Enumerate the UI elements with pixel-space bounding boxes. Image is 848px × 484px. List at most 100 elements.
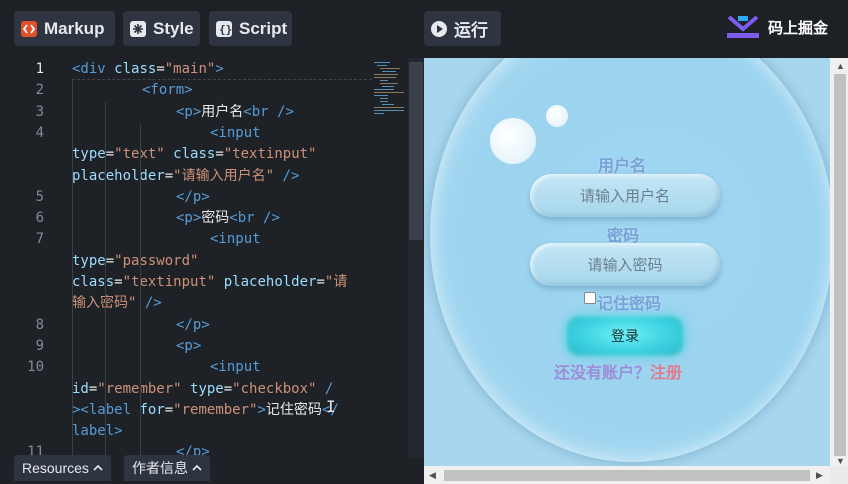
code-icon: [20, 20, 38, 38]
code-token: class: [72, 274, 115, 290]
code-token: "remember": [173, 401, 258, 418]
line-number: 9: [35, 337, 44, 354]
code-line[interactable]: <form>: [142, 80, 193, 101]
code-token: "textinput": [122, 274, 224, 290]
script-icon: {}: [215, 20, 233, 38]
preview-horizontal-scrollbar-thumb[interactable]: [444, 470, 810, 481]
code-line[interactable]: ><label for="remember">记住密码</: [72, 400, 339, 421]
code-line[interactable]: id="remember" type="checkbox" /: [72, 379, 333, 400]
indent-guide: [105, 102, 106, 472]
code-line[interactable]: <input: [210, 123, 261, 144]
code-line[interactable]: type="text" class="textinput": [72, 144, 316, 165]
scroll-right-arrow-icon[interactable]: ▶: [816, 470, 823, 481]
register-link[interactable]: 注册: [650, 365, 682, 382]
code-token: =: [105, 146, 115, 163]
login-button[interactable]: 登录: [565, 315, 685, 357]
text-cursor-icon: I: [326, 397, 336, 416]
code-token: <br />: [229, 210, 280, 227]
code-token: class: [173, 146, 216, 163]
script-tab-label: Script: [239, 18, 288, 38]
scroll-left-arrow-icon[interactable]: ◀: [429, 470, 436, 481]
code-token: type: [72, 252, 106, 269]
code-token: =: [215, 146, 224, 163]
code-line[interactable]: </p>: [176, 187, 210, 208]
line-number: 3: [35, 103, 44, 120]
code-line[interactable]: placeholder="请输入用户名" />: [72, 166, 299, 187]
code-line[interactable]: 输入密码" />: [72, 293, 162, 314]
username-label: 用户名: [598, 158, 647, 175]
preview-stage: 用户名 请输入用户名 密码 请输入密码 记住密码 登录 还没有账户？注册: [424, 58, 830, 466]
resources-button[interactable]: Resources: [14, 455, 111, 481]
indent-guide: [72, 80, 73, 480]
scroll-down-arrow-icon[interactable]: ▼: [836, 456, 845, 466]
code-token: />: [144, 295, 162, 312]
code-token: <p>: [176, 337, 202, 354]
indent-guide: [140, 124, 141, 464]
preview-vertical-scrollbar[interactable]: ▲ ▼: [830, 58, 848, 466]
password-input[interactable]: 请输入密码: [530, 243, 720, 286]
preview-vertical-scrollbar-thumb[interactable]: [834, 74, 846, 456]
code-editor[interactable]: 1 2 3 4 5 6 7 8 9 10 11 <div class="main"> <form> <p…: [0, 58, 424, 484]
code-line[interactable]: <p>密码<br />: [176, 208, 280, 229]
code-line[interactable]: <input: [210, 357, 261, 378]
code-line[interactable]: type="password": [72, 251, 198, 272]
bottom-bar: Resources 作者信息: [0, 455, 424, 484]
code-token: for: [139, 401, 165, 418]
markup-tab-label: Markup: [44, 18, 105, 38]
code-token: =: [105, 252, 115, 269]
code-token: <input: [210, 231, 261, 248]
code-line[interactable]: class="textinput" placeholder="请: [72, 272, 347, 293]
editor-scrollbar-thumb[interactable]: [409, 62, 423, 240]
code-line[interactable]: <p>: [176, 336, 201, 357]
author-info-button[interactable]: 作者信息: [124, 455, 210, 481]
scroll-up-arrow-icon[interactable]: ▲: [836, 61, 845, 71]
code-token: "password": [114, 252, 199, 269]
code-line[interactable]: <div class="main">: [72, 59, 224, 80]
code-token: >: [215, 61, 224, 77]
run-button[interactable]: 运行: [424, 11, 501, 46]
author-info-label: 作者信息: [132, 460, 188, 476]
line-number: 5: [35, 188, 44, 205]
style-tab[interactable]: Style: [123, 11, 200, 46]
editor-scrollbar[interactable]: [408, 58, 424, 458]
code-line[interactable]: <input: [210, 229, 261, 250]
username-input[interactable]: 请输入用户名: [530, 174, 720, 217]
code-token: <input: [210, 359, 261, 376]
code-token: </p>: [176, 316, 210, 333]
code-token: <input: [210, 124, 261, 141]
remember-checkbox[interactable]: [584, 292, 596, 304]
register-prompt: 还没有账户？注册: [554, 359, 682, 383]
code-token: 密码: [201, 210, 230, 227]
code-minimap[interactable]: [372, 58, 408, 128]
chevron-up-icon: [192, 464, 202, 471]
script-tab[interactable]: {} Script: [209, 11, 292, 46]
brand-logo[interactable]: 码上掘金: [726, 14, 828, 40]
code-token: <p>: [176, 103, 202, 120]
code-line[interactable]: label>: [72, 421, 123, 442]
svg-text:{}: {}: [219, 23, 232, 36]
code-token: "text": [114, 146, 174, 163]
code-token: 用户名: [201, 103, 244, 120]
code-token: label>: [72, 423, 123, 440]
preview-horizontal-scrollbar[interactable]: ◀ ▶: [424, 466, 830, 484]
run-button-label: 运行: [454, 21, 488, 40]
line-number: 6: [35, 210, 44, 227]
markup-tab[interactable]: Markup: [14, 11, 115, 46]
decorative-orb-large: [490, 118, 536, 164]
code-token: =: [164, 401, 174, 418]
remember-label[interactable]: 记住密码: [597, 290, 661, 314]
style-icon: [129, 20, 147, 38]
line-number: 4: [35, 124, 44, 141]
code-token: "请: [324, 274, 348, 290]
code-line[interactable]: </p>: [176, 315, 210, 336]
code-token: 输入密码": [72, 295, 145, 312]
line-number: 7: [35, 231, 44, 248]
juejin-logo-icon: [726, 15, 759, 38]
style-tab-label: Style: [153, 18, 194, 38]
code-token: "main": [164, 61, 216, 77]
line-number-gutter: 1 2 3 4 5 6 7 8 9 10 11: [0, 58, 60, 484]
code-line[interactable]: <p>用户名<br />: [176, 102, 294, 123]
code-token: <p>: [176, 210, 202, 227]
code-token: <br />: [243, 103, 294, 120]
no-account-text: 还没有账户？: [554, 365, 651, 382]
